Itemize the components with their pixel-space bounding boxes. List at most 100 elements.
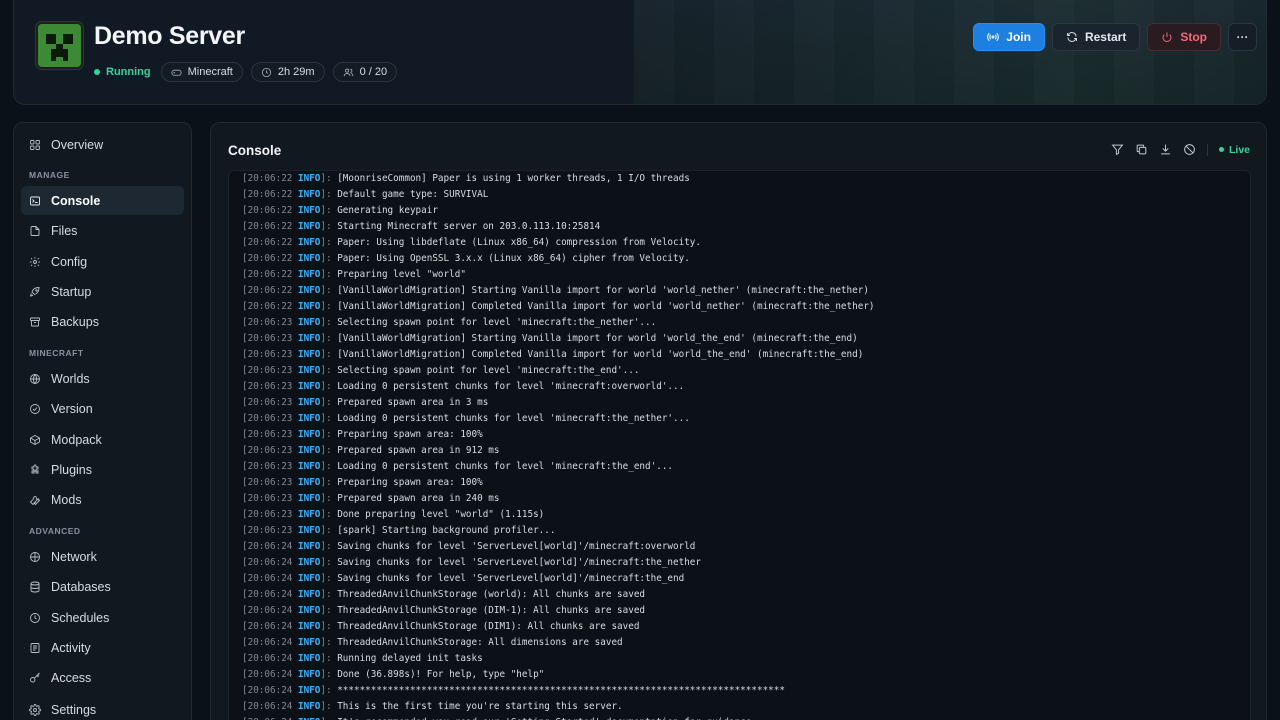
- uptime-label: 2h 29m: [277, 66, 315, 78]
- log-message: [VanillaWorldMigration] Completed Vanill…: [337, 301, 875, 312]
- console-line: [20:06:22 INFO]: Preparing level "world": [242, 269, 466, 280]
- sidebar-item-modpack[interactable]: Modpack: [21, 425, 184, 454]
- log-message: [VanillaWorldMigration] Completed Vanill…: [337, 349, 864, 360]
- sidebar-item-network[interactable]: Network: [21, 542, 184, 571]
- log-timestamp: 20:06:22: [247, 221, 293, 232]
- console-line: [20:06:24 INFO]: ThreadedAnvilChunkStora…: [242, 621, 640, 632]
- sidebar-item-label: Databases: [51, 580, 111, 595]
- log-level: INFO: [298, 477, 321, 488]
- log-timestamp: 20:06:24: [247, 701, 293, 712]
- sidebar-item-access[interactable]: Access: [21, 664, 184, 693]
- sidebar-item-label: Network: [51, 549, 97, 564]
- sidebar-item-databases[interactable]: Databases: [21, 573, 184, 602]
- sidebar-item-label: Files: [51, 224, 78, 239]
- log-message: Paper: Using OpenSSL 3.x.x (Linux x86_64…: [337, 253, 690, 264]
- version-icon: [30, 404, 40, 415]
- wrench-icon: [29, 496, 41, 506]
- log-level: INFO: [298, 509, 321, 520]
- sidebar-item-files[interactable]: Files: [21, 217, 184, 246]
- console-toolbar: Live: [1111, 143, 1250, 156]
- status-indicator: Running: [94, 66, 151, 78]
- console-line: [20:06:24 INFO]: Running delayed init ta…: [242, 653, 483, 664]
- console-line: [20:06:22 INFO]: [VanillaWorldMigration]…: [242, 285, 869, 296]
- sidebar-item-startup[interactable]: Startup: [21, 278, 184, 307]
- log-level: INFO: [298, 685, 321, 696]
- log-level: INFO: [298, 573, 321, 584]
- ellipsis-icon: ···: [1236, 30, 1249, 44]
- log-timestamp: 20:06:24: [247, 605, 293, 616]
- log-message: [MoonriseCommon] Paper is using 1 worker…: [337, 173, 690, 184]
- log-message: [VanillaWorldMigration] Starting Vanilla…: [337, 285, 869, 296]
- status-dot-icon: [94, 69, 100, 75]
- sidebar-item-backups[interactable]: Backups: [21, 308, 184, 337]
- console-line: [20:06:23 INFO]: Prepared spawn area in …: [242, 493, 500, 504]
- log-message: [VanillaWorldMigration] Starting Vanilla…: [337, 333, 858, 344]
- filter-icon[interactable]: [1111, 143, 1124, 156]
- join-label: Join: [1006, 30, 1031, 44]
- log-message: Generating keypair: [337, 205, 438, 216]
- log-message: Prepared spawn area in 240 ms: [337, 493, 500, 504]
- sidebar-item-console[interactable]: Console: [21, 186, 184, 216]
- live-indicator: Live: [1218, 144, 1250, 156]
- console-output[interactable]: [20:06:22 INFO]: [MoonriseCommon] Paper …: [228, 170, 1251, 720]
- sliders-icon: [30, 256, 40, 267]
- server-name: Demo Server: [94, 22, 245, 50]
- log-level: INFO: [298, 493, 321, 504]
- sidebar-item-plugins[interactable]: Plugins: [21, 456, 184, 485]
- log-level: INFO: [298, 669, 321, 680]
- log-level: INFO: [298, 285, 321, 296]
- log-level: INFO: [298, 525, 321, 536]
- sidebar-item-config[interactable]: Config: [21, 247, 184, 276]
- log-level: INFO: [298, 397, 321, 408]
- log-message: Preparing spawn area: 100%: [337, 429, 483, 440]
- log-message: ThreadedAnvilChunkStorage (DIM-1): All c…: [337, 605, 646, 616]
- sidebar-item-overview[interactable]: Overview: [21, 130, 184, 159]
- log-message: Loading 0 persistent chunks for level 'm…: [337, 413, 690, 424]
- log-timestamp: 20:06:22: [247, 285, 293, 296]
- console-line: [20:06:23 INFO]: Prepared spawn area in …: [242, 445, 500, 456]
- join-button[interactable]: Join: [973, 23, 1045, 51]
- log-message: Selecting spawn point for level 'minecra…: [337, 365, 640, 376]
- server-meta: Running Minecraft 2h 29m 0 / 20: [94, 62, 398, 82]
- log-message: ThreadedAnvilChunkStorage (DIM1): All ch…: [337, 621, 640, 632]
- sidebar-item-version[interactable]: Version: [21, 395, 184, 424]
- sidebar-item-activity[interactable]: Activity: [21, 633, 184, 662]
- log-timestamp: 20:06:23: [247, 413, 293, 424]
- log-message: Prepared spawn area in 3 ms: [337, 397, 489, 408]
- log-message: Preparing level "world": [337, 269, 466, 280]
- power-icon: [1162, 32, 1172, 42]
- server-header: Demo Server Running Minecraft 2h 29m 0 /…: [13, 0, 1267, 105]
- key-icon: [30, 673, 40, 683]
- log-level: INFO: [298, 301, 321, 312]
- log-timestamp: 20:06:24: [247, 557, 293, 568]
- sidebar-item-label: Worlds: [51, 371, 90, 386]
- restart-button[interactable]: Restart: [1051, 23, 1141, 51]
- console-line: [20:06:24 INFO]: ThreadedAnvilChunkStora…: [242, 605, 646, 616]
- log-level: INFO: [298, 429, 321, 440]
- stop-button[interactable]: Stop: [1147, 23, 1221, 51]
- sidebar-item-schedules[interactable]: Schedules: [21, 603, 184, 632]
- log-level: INFO: [298, 349, 321, 360]
- copy-icon[interactable]: [1135, 143, 1148, 156]
- stop-label: Stop: [1180, 30, 1207, 44]
- broadcast-icon: [987, 32, 1000, 42]
- log-message: Default game type: SURVIVAL: [337, 189, 489, 200]
- sidebar-item-mods[interactable]: Mods: [21, 486, 184, 515]
- refresh-icon: [1066, 32, 1077, 42]
- players-label: 0 / 20: [359, 66, 388, 78]
- log-level: INFO: [298, 701, 321, 712]
- sidebar-item-label: Overview: [51, 137, 104, 152]
- clear-icon[interactable]: [1183, 143, 1196, 156]
- download-icon[interactable]: [1159, 143, 1172, 156]
- game-label: Minecraft: [187, 66, 233, 78]
- file-icon: [30, 226, 40, 237]
- console-line: [20:06:23 INFO]: Done preparing level "w…: [242, 509, 545, 520]
- more-options-button[interactable]: ···: [1228, 23, 1257, 51]
- live-dot-icon: [1218, 147, 1224, 152]
- sidebar-item-worlds[interactable]: Worlds: [21, 364, 184, 393]
- console-line: [20:06:23 INFO]: [VanillaWorldMigration]…: [242, 333, 858, 344]
- log-level: INFO: [298, 221, 321, 232]
- log-level: INFO: [298, 621, 321, 632]
- sidebar-item-settings[interactable]: Settings: [21, 696, 184, 720]
- network-icon: [30, 551, 40, 562]
